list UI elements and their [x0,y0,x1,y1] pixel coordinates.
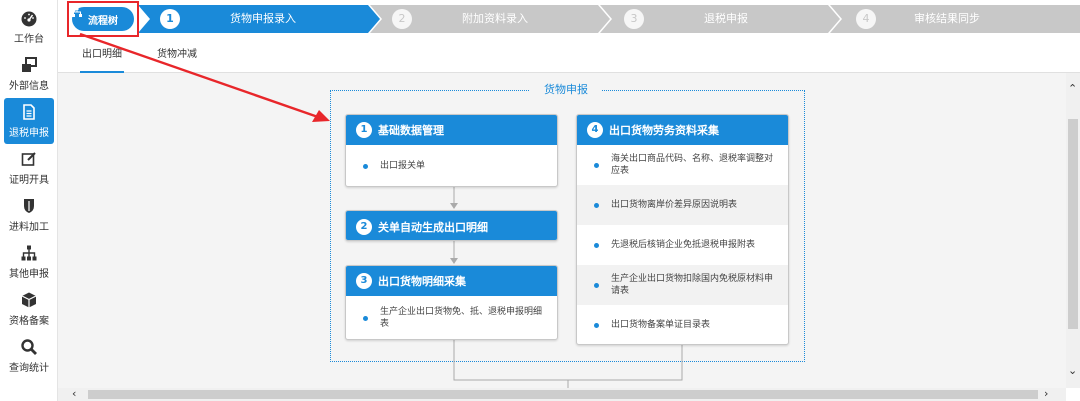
vertical-scroll-thumb[interactable] [1068,119,1078,329]
card-item-text: 出口报关单 [380,161,426,171]
card-item[interactable]: 生产企业出口货物扣除国内免税原材料申请表 [577,265,788,305]
flow-card-auto-generate[interactable]: 2 关单自动生成出口明细 [345,210,558,241]
card-title: 出口货物明细采集 [378,275,466,288]
flow-connectors [79,32,683,388]
bullet-dot [594,162,599,168]
card-item-text: 先退税后核销企业免抵退税申报附表 [611,240,756,250]
card-item[interactable]: 出口报关单 [346,145,557,186]
card-title: 基础数据管理 [378,124,444,137]
bullet-dot [594,322,599,328]
scroll-left-icon[interactable]: ‹ [72,388,76,400]
vertical-scrollbar[interactable]: ⌃ ⌄ [1066,73,1080,388]
card-item[interactable]: 生产企业出口货物免、抵、退税申报明细表 [346,296,557,339]
scroll-down-icon[interactable]: ⌄ [1068,365,1077,377]
card-item[interactable]: 出口货物备案单证目录表 [577,305,788,344]
card-header: 3 出口货物明细采集 [346,266,557,296]
scroll-right-icon[interactable]: › [1044,388,1048,400]
card-number: 3 [356,273,372,289]
horizontal-scrollbar[interactable]: ‹ › [58,388,1066,401]
card-item-text: 生产企业出口货物扣除国内免税原材料申请表 [611,274,774,296]
card-item[interactable]: 先退税后核销企业免抵退税申报附表 [577,225,788,265]
flow-card-export-details[interactable]: 3 出口货物明细采集 生产企业出口货物免、抵、退税申报明细表 [345,265,558,340]
card-item[interactable]: 海关出口商品代码、名称、退税率调整对应表 [577,145,788,185]
bullet-dot [363,315,368,321]
card-header: 2 关单自动生成出口明细 [346,211,557,240]
card-item-text: 生产企业出口货物免、抵、退税申报明细表 [380,307,543,329]
card-header: 4 出口货物劳务资料采集 [577,115,788,145]
card-number: 2 [356,218,372,235]
bullet-dot [594,242,599,248]
card-header: 1 基础数据管理 [346,115,557,145]
card-item-text: 出口货物离岸价差异原因说明表 [611,200,738,210]
card-item-text: 海关出口商品代码、名称、退税率调整对应表 [611,154,774,176]
card-number: 1 [356,122,372,138]
flow-card-basic-data[interactable]: 1 基础数据管理 出口报关单 [345,114,558,187]
scroll-up-icon[interactable]: ⌃ [1068,83,1077,95]
horizontal-scroll-thumb[interactable] [88,390,1038,399]
flow-card-labor-materials[interactable]: 4 出口货物劳务资料采集 海关出口商品代码、名称、退税率调整对应表 出口货物离岸… [576,114,789,345]
card-title: 出口货物劳务资料采集 [609,124,719,137]
card-item-text: 出口货物备案单证目录表 [611,320,711,330]
card-number: 4 [587,122,603,138]
app-window: 工作台 外部信息 退税申报 证明开具 进料加工 其他申报 资格备案 查询统计 流… [0,0,1080,401]
card-item[interactable]: 出口货物离岸价差异原因说明表 [577,185,788,225]
bullet-dot [594,282,599,288]
card-title: 关单自动生成出口明细 [378,220,488,234]
bullet-dot [594,202,599,208]
bullet-dot [363,163,368,169]
